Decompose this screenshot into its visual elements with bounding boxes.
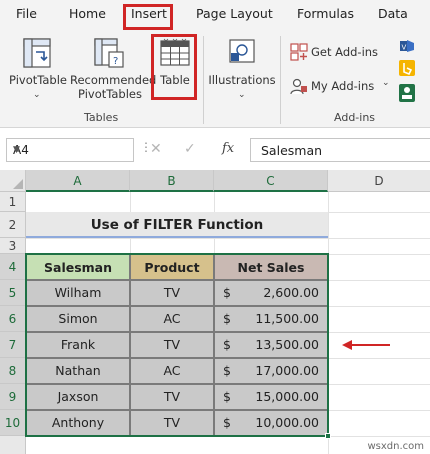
- column-header-b[interactable]: B: [130, 170, 214, 192]
- chevron-down-icon: ⌄: [33, 90, 41, 100]
- gridline: [328, 384, 430, 385]
- red-arrow-icon: [342, 340, 390, 350]
- row-header-8[interactable]: 8: [0, 358, 26, 384]
- table-highlight-box: [151, 34, 197, 100]
- select-all-corner[interactable]: [0, 170, 26, 192]
- get-addins-label: Get Add-ins: [311, 45, 379, 59]
- title-cell[interactable]: Use of FILTER Function: [26, 212, 328, 238]
- row-header-10[interactable]: 10: [0, 410, 26, 436]
- chevron-down-icon: ⌄: [238, 90, 246, 100]
- gridline: [26, 238, 430, 239]
- gridline: [328, 280, 430, 281]
- illustrations-icon: [229, 39, 255, 63]
- row-header-9[interactable]: 9: [0, 384, 26, 410]
- my-addins-label: My Add-ins: [311, 79, 375, 93]
- enter-icon[interactable]: ✓: [184, 141, 196, 157]
- name-box[interactable]: A4 ▼: [6, 138, 134, 162]
- tab-data[interactable]: Data: [378, 6, 408, 21]
- svg-text:V: V: [402, 44, 407, 52]
- row-header-5[interactable]: 5: [0, 280, 26, 306]
- gridline: [328, 410, 430, 411]
- row-header-2[interactable]: 2: [0, 212, 26, 238]
- svg-text:?: ?: [113, 56, 118, 67]
- formula-content: Salesman: [261, 143, 323, 158]
- tab-home[interactable]: Home: [69, 6, 106, 21]
- get-addins-icon: [290, 43, 308, 61]
- addins-group-label: Add-ins: [334, 111, 376, 124]
- row-header-4[interactable]: 4: [0, 254, 26, 280]
- column-header-a[interactable]: A: [26, 170, 130, 192]
- pivottable-icon: [23, 38, 51, 68]
- gridline: [328, 306, 430, 307]
- ribbon-separator: [203, 36, 204, 124]
- row-header-filler: [0, 436, 26, 454]
- tab-formulas[interactable]: Formulas: [297, 6, 354, 21]
- row-header-7[interactable]: 7: [0, 332, 26, 358]
- recommended-label-line1: Recommended: [70, 73, 157, 87]
- ribbon: PivotTable ⌄ ? Recommended PivotTables T…: [0, 30, 430, 128]
- column-header-d[interactable]: D: [328, 170, 430, 192]
- recommended-pivottables-icon: ?: [94, 38, 124, 68]
- row-header-1[interactable]: 1: [0, 192, 26, 212]
- people-graph-icon[interactable]: [399, 84, 415, 102]
- selection-range-border: [25, 253, 329, 437]
- my-addins-button[interactable]: My Add-ins ⌄: [288, 76, 394, 96]
- gridline: [328, 332, 430, 333]
- row-header-3[interactable]: 3: [0, 238, 26, 254]
- row-header-6[interactable]: 6: [0, 306, 26, 332]
- tables-group-label: Tables: [84, 111, 119, 124]
- bing-icon[interactable]: [399, 60, 415, 76]
- select-all-triangle-icon: [13, 179, 23, 189]
- formula-controls: ⋮ ✕ ✓ fx: [140, 138, 246, 162]
- tab-file[interactable]: File: [16, 6, 37, 21]
- menu-bar: File Home Insert Page Layout Formulas Da…: [0, 0, 430, 30]
- my-addins-icon: [290, 78, 307, 95]
- gridline: [328, 358, 430, 359]
- formula-bar: A4 ▼ ⋮ ✕ ✓ fx Salesman: [0, 136, 430, 164]
- column-header-c[interactable]: C: [214, 170, 328, 192]
- insert-function-icon[interactable]: fx: [222, 141, 234, 156]
- get-addins-button[interactable]: Get Add-ins: [288, 42, 388, 62]
- chevron-down-icon: ⌄: [382, 78, 390, 88]
- pivottable-button[interactable]: PivotTable ⌄: [6, 34, 68, 106]
- illustrations-label: Illustrations: [208, 73, 276, 87]
- recommended-label-line2: PivotTables: [78, 87, 142, 101]
- ribbon-separator: [280, 36, 281, 124]
- cancel-icon[interactable]: ✕: [150, 141, 162, 157]
- visio-icon[interactable]: V: [399, 38, 415, 54]
- illustrations-button[interactable]: Illustrations ⌄: [206, 34, 278, 106]
- spreadsheet-grid: A B C D 1 2 3 4 5 6 7 8 9 10 Use of FILT…: [0, 170, 430, 454]
- fill-handle[interactable]: [325, 433, 331, 439]
- recommended-pivottables-button[interactable]: ? Recommended PivotTables: [70, 34, 157, 106]
- chevron-down-icon[interactable]: ▼: [13, 145, 127, 155]
- formula-input[interactable]: Salesman: [250, 138, 430, 162]
- pivottable-label: PivotTable: [9, 73, 67, 87]
- tab-page-layout[interactable]: Page Layout: [196, 6, 273, 21]
- insert-highlight-box: [123, 4, 173, 30]
- watermark: wsxdn.com: [367, 441, 424, 452]
